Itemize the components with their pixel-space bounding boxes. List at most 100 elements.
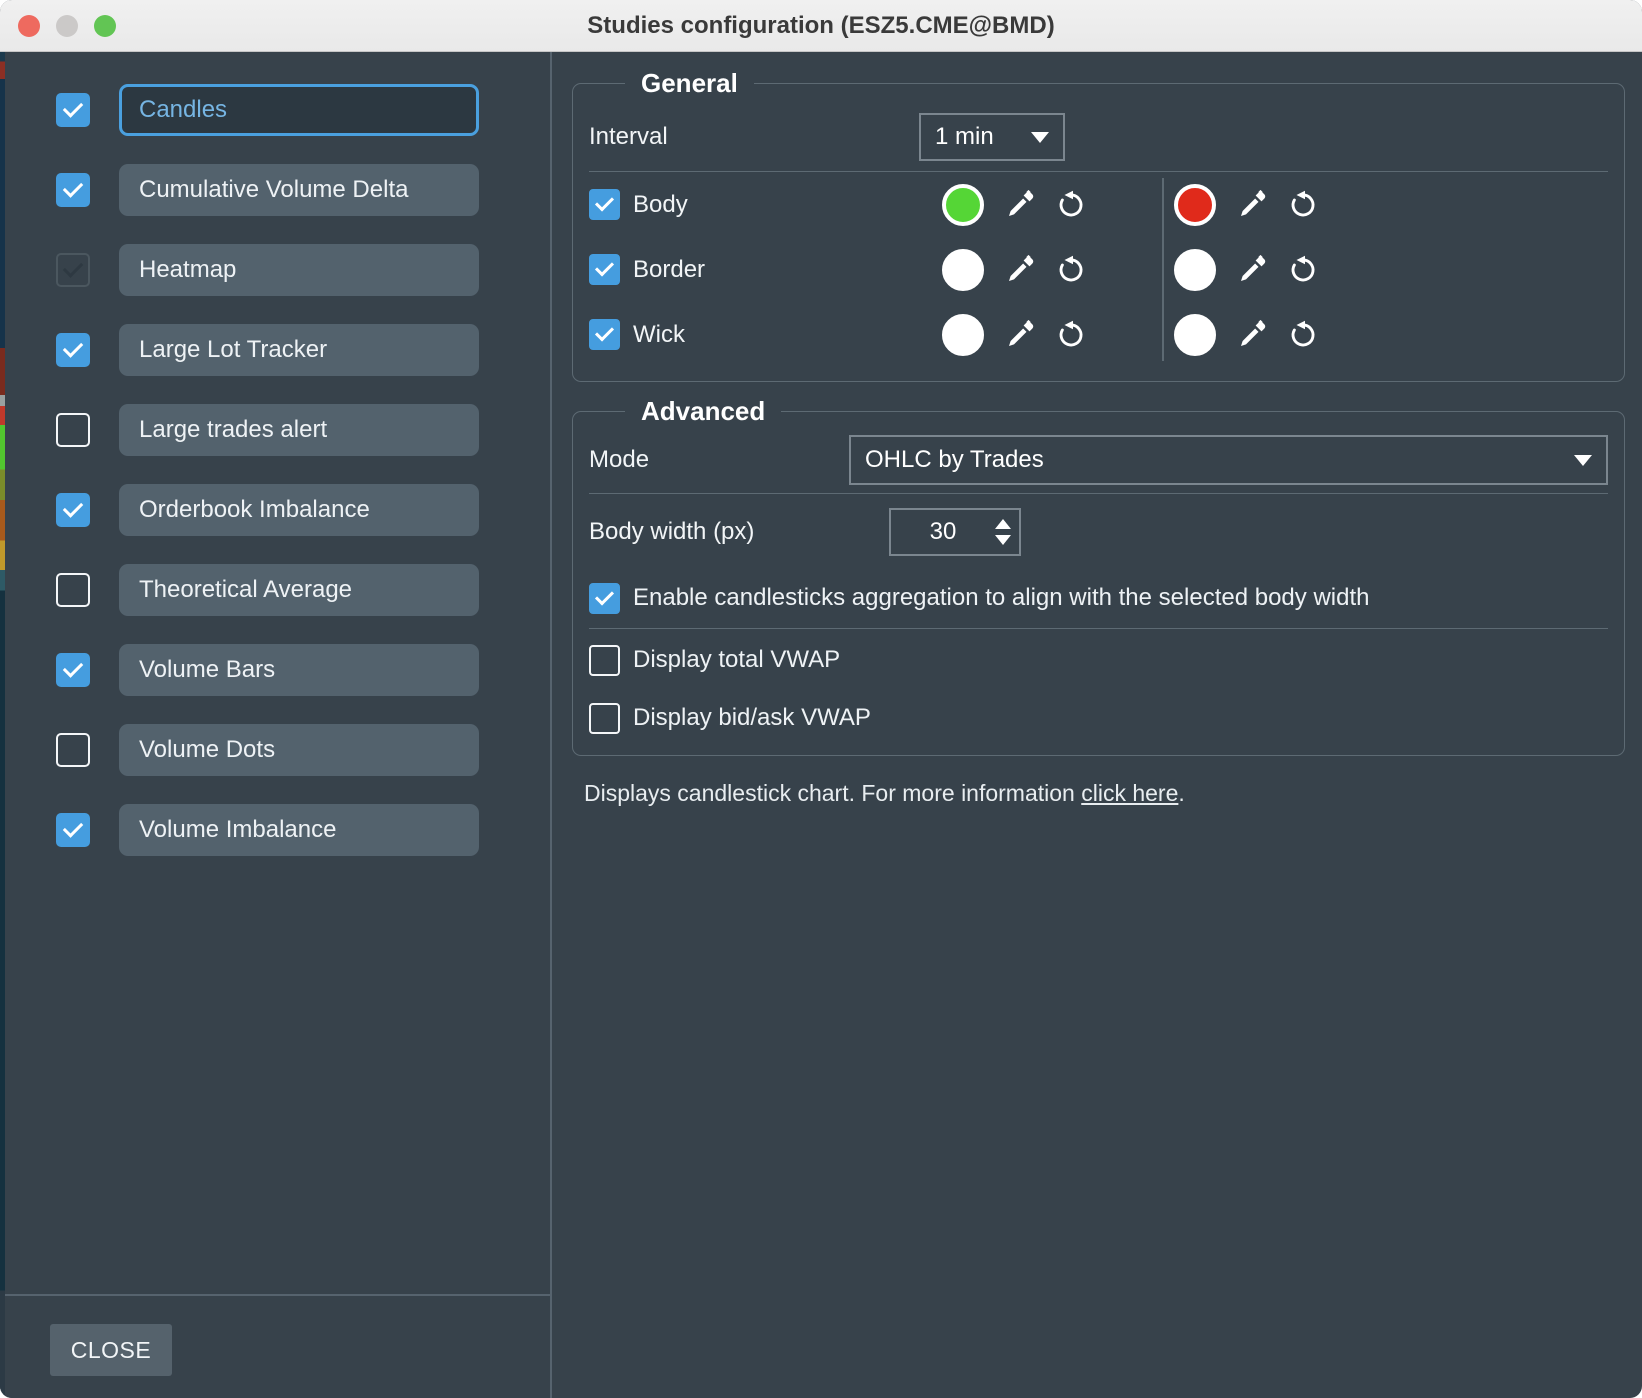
wick-label: Wick — [633, 321, 685, 349]
body-up-color-swatch[interactable] — [942, 184, 984, 226]
study-checkbox-orderbook-imbalance[interactable] — [56, 493, 90, 527]
wick-checkbox[interactable] — [589, 319, 620, 350]
sidebar-footer: CLOSE — [0, 1294, 550, 1398]
eyedropper-icon[interactable] — [1237, 190, 1267, 220]
advanced-section: Advanced Mode OHLC by Trades Body width … — [572, 396, 1625, 756]
study-checkbox-volume-dots[interactable] — [56, 733, 90, 767]
general-section-title: General — [625, 68, 754, 99]
advanced-section-title: Advanced — [625, 396, 781, 427]
total-vwap-checkbox[interactable] — [589, 645, 620, 676]
reset-icon[interactable] — [1288, 320, 1318, 350]
study-settings-panel: General Interval 1 min Body — [552, 52, 1642, 1398]
candle-colors-block: Body Border Wick — [589, 172, 1608, 367]
body-down-color-row — [1174, 172, 1394, 237]
eyedropper-icon[interactable] — [1005, 255, 1035, 285]
study-row-cumulative-volume-delta: Cumulative Volume Delta — [0, 164, 550, 216]
sidebar-item-candles[interactable]: Candles — [119, 84, 479, 136]
eyedropper-icon[interactable] — [1005, 190, 1035, 220]
aggregation-row: Enable candlesticks aggregation to align… — [589, 570, 1608, 626]
sidebar-item-heatmap[interactable]: Heatmap — [119, 244, 479, 296]
bidask-vwap-row: Display bid/ask VWAP — [589, 689, 1608, 747]
bidask-vwap-label: Display bid/ask VWAP — [633, 704, 871, 732]
body-label: Body — [633, 191, 688, 219]
reset-icon[interactable] — [1288, 190, 1318, 220]
studies-sidebar: Candles Cumulative Volume Delta Heatmap … — [0, 52, 552, 1398]
body-down-color-swatch[interactable] — [1174, 184, 1216, 226]
eyedropper-icon[interactable] — [1237, 255, 1267, 285]
study-checkbox-cumulative-volume-delta[interactable] — [56, 173, 90, 207]
mode-value: OHLC by Trades — [865, 446, 1044, 474]
study-checkbox-theoretical-average[interactable] — [56, 573, 90, 607]
interval-dropdown[interactable]: 1 min — [919, 113, 1065, 161]
study-checkbox-volume-imbalance[interactable] — [56, 813, 90, 847]
sidebar-item-volume-dots[interactable]: Volume Dots — [119, 724, 479, 776]
click-here-link[interactable]: click here — [1081, 780, 1178, 806]
mode-dropdown[interactable]: OHLC by Trades — [849, 435, 1608, 485]
total-vwap-label: Display total VWAP — [633, 646, 840, 674]
stepper-down-icon[interactable] — [995, 535, 1011, 545]
wick-up-color-swatch[interactable] — [942, 314, 984, 356]
reset-icon[interactable] — [1288, 255, 1318, 285]
bidask-vwap-checkbox[interactable] — [589, 703, 620, 734]
total-vwap-row: Display total VWAP — [589, 631, 1608, 689]
wick-down-color-row — [1174, 302, 1394, 367]
sidebar-item-theoretical-average[interactable]: Theoretical Average — [119, 564, 479, 616]
border-down-color-swatch[interactable] — [1174, 249, 1216, 291]
study-description: Displays candlestick chart. For more inf… — [584, 780, 1625, 807]
eyedropper-icon[interactable] — [1237, 320, 1267, 350]
color-row-labels: Body Border Wick — [589, 172, 932, 367]
wick-toggle-row: Wick — [589, 302, 932, 367]
studies-list: Candles Cumulative Volume Delta Heatmap … — [0, 52, 550, 1294]
eyedropper-icon[interactable] — [1005, 320, 1035, 350]
border-checkbox[interactable] — [589, 254, 620, 285]
study-row-candles: Candles — [0, 84, 550, 136]
sidebar-item-volume-imbalance[interactable]: Volume Imbalance — [119, 804, 479, 856]
mode-row: Mode OHLC by Trades — [589, 427, 1608, 493]
sidebar-item-orderbook-imbalance[interactable]: Orderbook Imbalance — [119, 484, 479, 536]
chevron-down-icon — [1574, 455, 1592, 466]
reset-icon[interactable] — [1056, 320, 1086, 350]
advanced-separator-2 — [589, 628, 1608, 629]
sidebar-item-large-lot-tracker[interactable]: Large Lot Tracker — [119, 324, 479, 376]
body-up-color-row — [942, 172, 1162, 237]
border-up-color-swatch[interactable] — [942, 249, 984, 291]
interval-value: 1 min — [935, 123, 994, 151]
study-row-large-lot-tracker: Large Lot Tracker — [0, 324, 550, 376]
study-row-orderbook-imbalance: Orderbook Imbalance — [0, 484, 550, 536]
study-checkbox-heatmap[interactable] — [56, 253, 90, 287]
up-color-column — [932, 172, 1162, 367]
wick-down-color-swatch[interactable] — [1174, 314, 1216, 356]
titlebar: Studies configuration (ESZ5.CME@BMD) — [0, 0, 1642, 52]
body-width-label: Body width (px) — [589, 518, 889, 546]
sidebar-item-volume-bars[interactable]: Volume Bars — [119, 644, 479, 696]
background-chart-sliver — [0, 52, 5, 1398]
body-checkbox[interactable] — [589, 189, 620, 220]
sidebar-item-cumulative-volume-delta[interactable]: Cumulative Volume Delta — [119, 164, 479, 216]
border-label: Border — [633, 256, 705, 284]
stepper-up-icon[interactable] — [995, 519, 1011, 529]
close-button[interactable]: CLOSE — [50, 1324, 172, 1376]
border-down-color-row — [1174, 237, 1394, 302]
study-row-heatmap: Heatmap — [0, 244, 550, 296]
wick-up-color-row — [942, 302, 1162, 367]
study-row-theoretical-average: Theoretical Average — [0, 564, 550, 616]
study-row-volume-imbalance: Volume Imbalance — [0, 804, 550, 856]
study-checkbox-volume-bars[interactable] — [56, 653, 90, 687]
sidebar-item-large-trades-alert[interactable]: Large trades alert — [119, 404, 479, 456]
study-checkbox-large-lot-tracker[interactable] — [56, 333, 90, 367]
study-checkbox-candles[interactable] — [56, 93, 90, 127]
general-section: General Interval 1 min Body — [572, 68, 1625, 382]
stepper-arrows — [995, 519, 1011, 545]
body-width-row: Body width (px) 30 — [589, 494, 1608, 570]
body-width-stepper[interactable]: 30 — [889, 508, 1021, 556]
mode-label: Mode — [589, 446, 849, 474]
window-title: Studies configuration (ESZ5.CME@BMD) — [0, 12, 1642, 40]
body-width-value: 30 — [891, 518, 995, 546]
study-row-volume-dots: Volume Dots — [0, 724, 550, 776]
reset-icon[interactable] — [1056, 255, 1086, 285]
aggregation-label: Enable candlesticks aggregation to align… — [633, 584, 1369, 612]
reset-icon[interactable] — [1056, 190, 1086, 220]
chevron-down-icon — [1031, 132, 1049, 143]
study-checkbox-large-trades-alert[interactable] — [56, 413, 90, 447]
aggregation-checkbox[interactable] — [589, 583, 620, 614]
